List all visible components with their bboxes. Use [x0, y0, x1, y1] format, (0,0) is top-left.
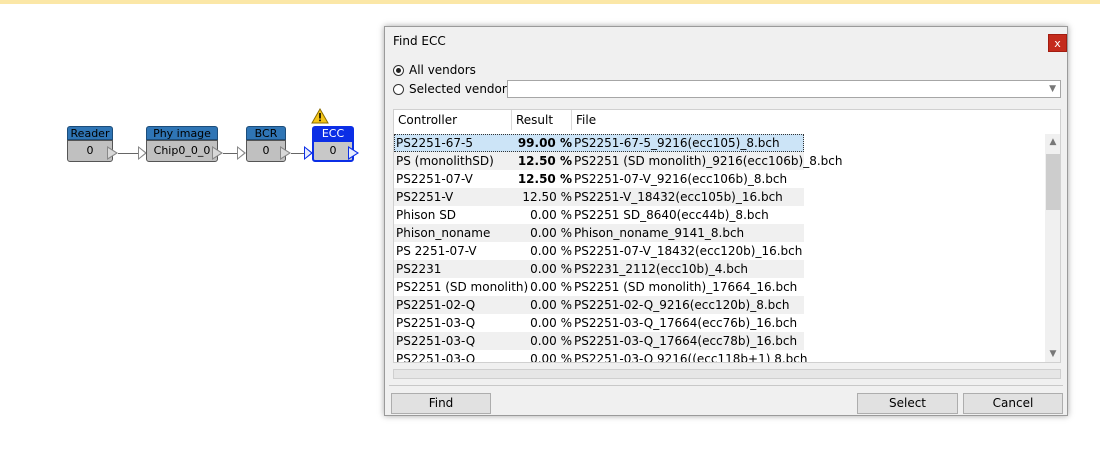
input-port-icon[interactable]: [237, 146, 246, 160]
table-row[interactable]: PS2251 (SD monolith) 0.00 % PS2251 (SD m…: [394, 278, 804, 296]
file-cell: PS2251-07-V_9216(ecc106b)_8.bch: [574, 172, 788, 186]
warning-triangle-icon: [311, 108, 329, 124]
table-row[interactable]: PS2251-03-Q 0.00 % PS2251-03-Q 9216((ecc…: [394, 350, 808, 363]
horizontal-scrollbar[interactable]: [393, 369, 1061, 379]
vertical-scrollbar[interactable]: ▲ ▼: [1045, 134, 1060, 362]
file-cell: PS2251-V_18432(ecc105b)_16.bch: [574, 190, 783, 204]
result-cell: 12.50 %: [517, 154, 572, 168]
close-button[interactable]: x: [1048, 34, 1067, 52]
table-row[interactable]: Phison SD 0.00 % PS2251 SD_8640(ecc44b)_…: [394, 206, 804, 224]
node-title: BCR: [246, 126, 286, 140]
file-cell: PS2251 (SD monolith)_17664_16.bch: [574, 280, 798, 294]
scroll-up-icon[interactable]: ▲: [1045, 134, 1060, 150]
output-port-icon[interactable]: [280, 146, 291, 160]
scrollbar-thumb[interactable]: [1046, 154, 1060, 210]
radio-unchecked-icon[interactable]: [393, 84, 404, 95]
table-row[interactable]: PS (monolithSD) 12.50 % PS2251 (SD monol…: [394, 152, 842, 170]
find-button[interactable]: Find: [391, 393, 491, 414]
connection-line: [118, 153, 138, 154]
column-header-controller[interactable]: Controller: [394, 110, 512, 130]
chevron-down-icon[interactable]: ▼: [1049, 81, 1056, 97]
controller-cell: PS2251-03-Q: [396, 352, 476, 363]
node-value: Chip0_0_0: [146, 140, 218, 162]
table-row[interactable]: PS2251-02-Q 0.00 % PS2251-02-Q_9216(ecc1…: [394, 296, 804, 314]
result-cell: 12.50 %: [522, 190, 572, 204]
scroll-down-icon[interactable]: ▼: [1045, 346, 1060, 362]
dialog-title: Find ECC: [393, 34, 446, 48]
result-cell: 0.00 %: [530, 262, 572, 276]
connection-line: [291, 153, 304, 154]
result-cell: 0.00 %: [530, 226, 572, 240]
node-title: Reader: [67, 126, 113, 140]
select-button[interactable]: Select: [857, 393, 958, 414]
result-cell: 0.00 %: [530, 334, 572, 348]
controller-cell: PS2251-67-5: [396, 136, 473, 150]
table-header: Controller Result File: [394, 110, 804, 130]
file-cell: Phison_noname_9141_8.bch: [574, 226, 745, 240]
find-ecc-dialog: Find ECC x All vendors Selected vendors:…: [384, 26, 1068, 416]
output-port-icon[interactable]: [348, 146, 359, 160]
file-cell: PS2251-03-Q 9216((ecc118b+1) 8.bch: [574, 352, 808, 363]
top-highlight-strip: [0, 0, 1100, 4]
result-cell: 0.00 %: [530, 244, 572, 258]
output-port-icon[interactable]: [212, 146, 223, 160]
table-row[interactable]: PS2231 0.00 % PS2231_2112(ecc10b)_4.bch: [394, 260, 804, 278]
node-title: ECC: [312, 126, 354, 140]
controller-cell: PS2251-02-Q: [396, 298, 476, 312]
table-row[interactable]: Phison_noname 0.00 % Phison_noname_9141_…: [394, 224, 804, 242]
result-cell: 0.00 %: [530, 280, 572, 294]
file-cell: PS2251 SD_8640(ecc44b)_8.bch: [574, 208, 769, 222]
selected-vendors-label: Selected vendors:: [409, 82, 518, 96]
file-cell: PS2251-02-Q_9216(ecc120b)_8.bch: [574, 298, 790, 312]
table-row[interactable]: PS2251-67-5 99.00 % PS2251-67-5_9216(ecc…: [394, 134, 804, 152]
controller-cell: PS2251 (SD monolith): [396, 280, 529, 294]
column-header-result[interactable]: Result: [512, 110, 572, 130]
result-cell: 0.00 %: [530, 352, 572, 363]
controller-cell: Phison SD: [396, 208, 457, 222]
file-cell: PS2251-03-Q_17664(ecc76b)_16.bch: [574, 316, 798, 330]
radio-checked-icon[interactable]: [393, 65, 404, 76]
node-title: Phy image: [146, 126, 218, 140]
all-vendors-label: All vendors: [409, 63, 476, 77]
column-header-file[interactable]: File: [572, 110, 804, 130]
result-cell: 0.00 %: [530, 208, 572, 222]
results-table: Controller Result File PS2251-67-5 99.00…: [393, 109, 1061, 363]
connection-line: [223, 153, 237, 154]
controller-cell: PS2231: [396, 262, 442, 276]
controller-cell: PS2251-03-Q: [396, 316, 476, 330]
controller-cell: PS (monolithSD): [396, 154, 494, 168]
controller-cell: PS2251-V: [396, 190, 454, 204]
divider: [389, 385, 1063, 386]
table-row[interactable]: PS2251-03-Q 0.00 % PS2251-03-Q_17664(ecc…: [394, 314, 804, 332]
controller-cell: Phison_noname: [396, 226, 491, 240]
controller-cell: PS2251-07-V: [396, 172, 473, 186]
file-cell: PS2231_2112(ecc10b)_4.bch: [574, 262, 749, 276]
cancel-button[interactable]: Cancel: [963, 393, 1063, 414]
output-port-icon[interactable]: [107, 146, 118, 160]
controller-cell: PS 2251-07-V: [396, 244, 477, 258]
selected-vendors-radio[interactable]: Selected vendors:: [393, 81, 517, 97]
table-row[interactable]: PS 2251-07-V 0.00 % PS2251-07-V_18432(ec…: [394, 242, 804, 260]
vendors-dropdown[interactable]: ▼: [507, 80, 1061, 98]
table-row[interactable]: PS2251-07-V 12.50 % PS2251-07-V_9216(ecc…: [394, 170, 804, 188]
file-cell: PS2251-03-Q_17664(ecc78b)_16.bch: [574, 334, 798, 348]
result-cell: 99.00 %: [517, 136, 572, 150]
file-cell: PS2251-67-5_9216(ecc105)_8.bch: [574, 136, 780, 150]
result-cell: 0.00 %: [530, 298, 572, 312]
table-row[interactable]: PS2251-03-Q 0.00 % PS2251-03-Q_17664(ecc…: [394, 332, 804, 350]
file-cell: PS2251 (SD monolith)_9216(ecc106b)_8.bch: [574, 154, 843, 168]
controller-cell: PS2251-03-Q: [396, 334, 476, 348]
all-vendors-radio[interactable]: All vendors: [393, 62, 476, 78]
file-cell: PS2251-07-V_18432(ecc120b)_16.bch: [574, 244, 803, 258]
result-cell: 0.00 %: [530, 316, 572, 330]
table-row[interactable]: PS2251-V 12.50 % PS2251-V_18432(ecc105b)…: [394, 188, 804, 206]
result-cell: 12.50 %: [517, 172, 572, 186]
